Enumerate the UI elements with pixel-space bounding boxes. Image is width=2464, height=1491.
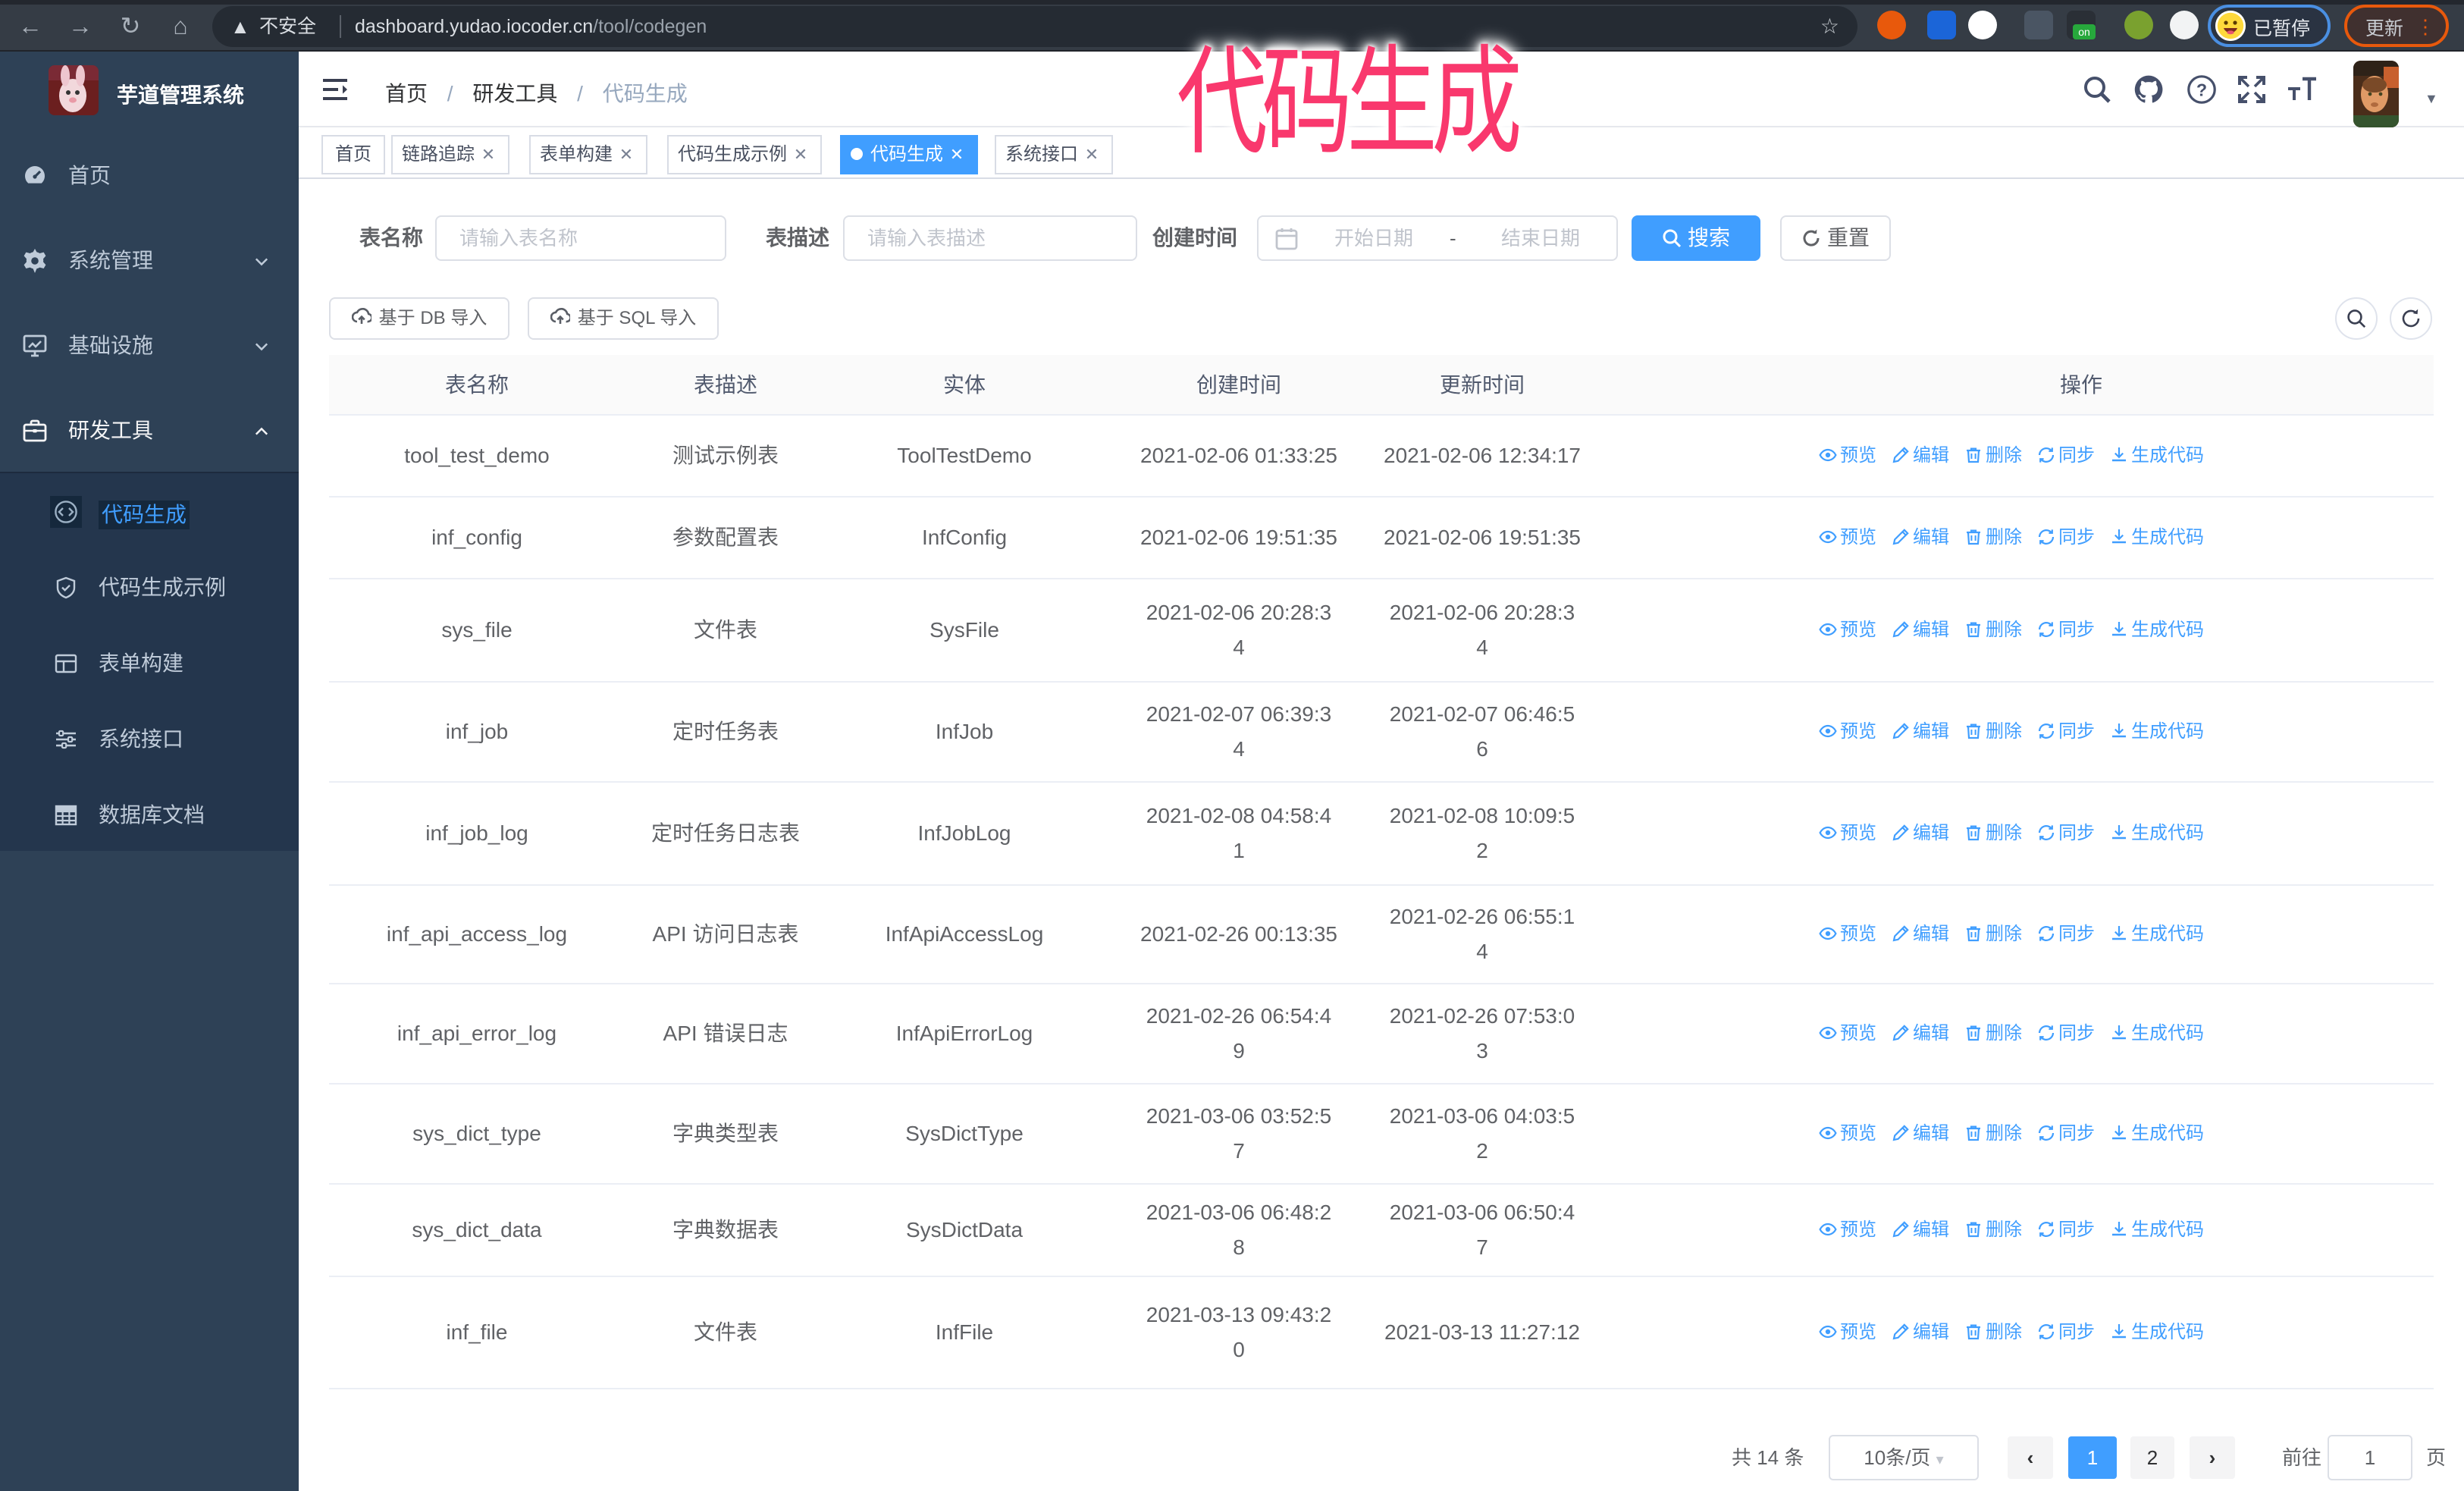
svg-text:?: ? (2196, 80, 2207, 99)
